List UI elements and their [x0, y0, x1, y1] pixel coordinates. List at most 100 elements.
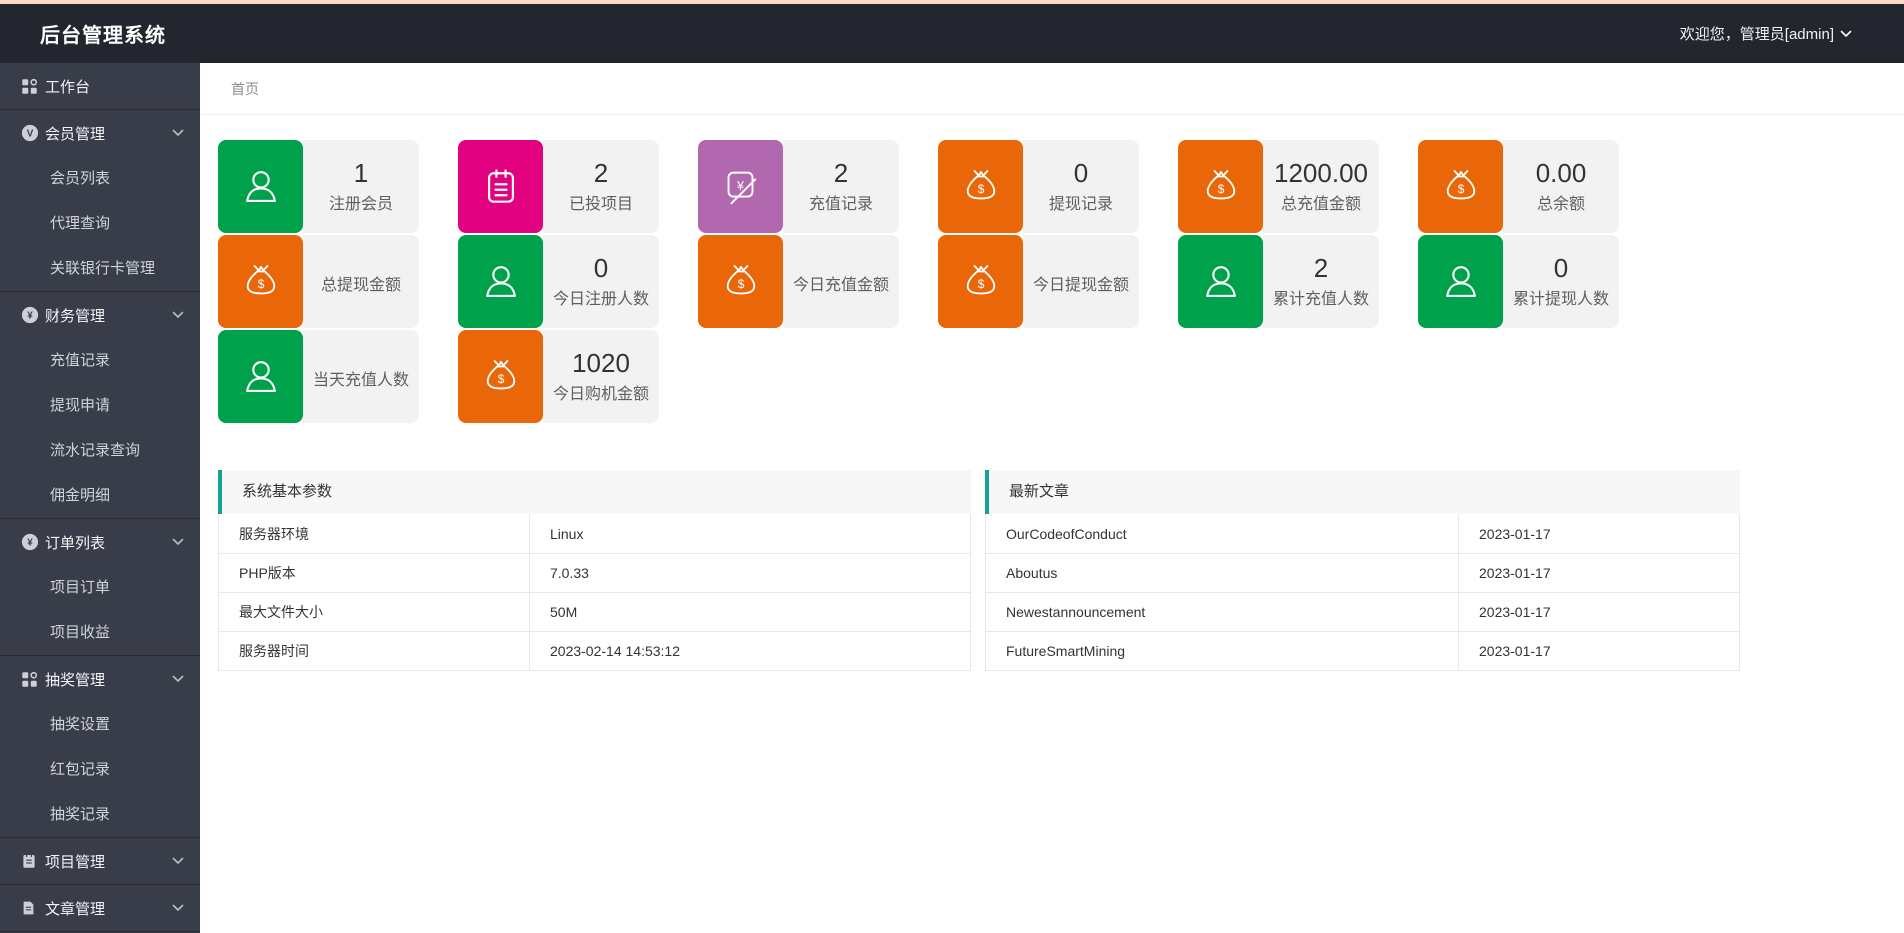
moneybag-icon: $ [1418, 140, 1503, 233]
table-cell-value: 2023-01-17 [1458, 632, 1739, 670]
sidebar-subitem-项目订单[interactable]: 项目订单 [0, 565, 200, 610]
sidebar-item-label: 项目管理 [45, 851, 172, 872]
table-cell-name[interactable]: FutureSmartMining [986, 632, 1458, 670]
svg-text:$: $ [737, 276, 744, 290]
chevron-down-icon [172, 675, 184, 683]
clipboard-icon [21, 853, 45, 869]
stat-label: 当天充值人数 [313, 366, 409, 390]
stat-card-text: 今日充值金额 [783, 235, 899, 328]
system-params-title: 系统基本参数 [218, 470, 971, 514]
member-circle-icon: V [21, 124, 45, 142]
sidebar-group: 文章管理 [0, 884, 200, 932]
user-icon [218, 140, 303, 233]
svg-text:$: $ [497, 371, 504, 385]
table-row: OurCodeofConduct2023-01-17 [986, 514, 1739, 553]
table-cell-name[interactable]: Newestannouncement [986, 593, 1458, 631]
stat-value: 2 [594, 159, 608, 189]
moneybag-icon: $ [938, 140, 1023, 233]
svg-text:$: $ [257, 276, 264, 290]
sidebar-item-订单列表[interactable]: ¥订单列表 [0, 519, 200, 565]
clipboard-card-icon [458, 140, 543, 233]
stat-card-group: $0.00总余额0累计提现人数 [1418, 140, 1619, 423]
table-cell-name[interactable]: Aboutus [986, 554, 1458, 592]
stat-card-text: 今日提现金额 [1023, 235, 1139, 328]
stat-card-text: 1020今日购机金额 [543, 330, 659, 423]
stat-card-group: 2已投项目0今日注册人数$1020今日购机金额 [458, 140, 659, 423]
stat-card-text: 0累计提现人数 [1503, 235, 1619, 328]
stat-card-text: 2已投项目 [543, 140, 659, 233]
sidebar-group: 工作台 [0, 63, 200, 109]
table-cell-name: 最大文件大小 [219, 593, 529, 631]
sidebar-subitem-提现申请[interactable]: 提现申请 [0, 383, 200, 428]
yen-circle-icon: ¥ [21, 533, 45, 551]
svg-text:$: $ [1457, 181, 1464, 195]
stat-card-充值记录: ¥2充值记录 [698, 140, 899, 233]
sidebar-item-项目管理[interactable]: 项目管理 [0, 838, 200, 884]
stat-card-已投项目: 2已投项目 [458, 140, 659, 233]
svg-text:¥: ¥ [27, 538, 33, 549]
user-icon [1178, 235, 1263, 328]
stat-card-总充值金额: $1200.00总充值金额 [1178, 140, 1379, 233]
table-cell-value: 7.0.33 [529, 554, 970, 592]
stat-card-group: $0提现记录$今日提现金额 [938, 140, 1139, 423]
table-row: 服务器时间2023-02-14 14:53:12 [219, 631, 970, 670]
sidebar-subitem-项目收益[interactable]: 项目收益 [0, 610, 200, 655]
stat-label: 已投项目 [569, 190, 633, 214]
sidebar-item-抽奖管理[interactable]: 抽奖管理 [0, 656, 200, 702]
sidebar-subitem-充值记录[interactable]: 充值记录 [0, 338, 200, 383]
stat-value: 0.00 [1536, 159, 1587, 189]
sidebar-subitem-关联银行卡管理[interactable]: 关联银行卡管理 [0, 246, 200, 291]
stat-card-group: $1200.00总充值金额2累计充值人数 [1178, 140, 1379, 423]
stat-label: 总余额 [1537, 190, 1585, 214]
sidebar-subitem-会员列表[interactable]: 会员列表 [0, 156, 200, 201]
stat-value: 1020 [572, 349, 630, 379]
chevron-down-icon [172, 904, 184, 912]
sidebar-subitem-红包记录[interactable]: 红包记录 [0, 747, 200, 792]
svg-text:$: $ [1217, 181, 1224, 195]
table-cell-name: 服务器时间 [219, 632, 529, 670]
sidebar-subitem-佣金明细[interactable]: 佣金明细 [0, 473, 200, 518]
breadcrumb-home-link[interactable]: 首页 [231, 81, 259, 97]
sidebar-item-文章管理[interactable]: 文章管理 [0, 885, 200, 931]
stat-value: 0 [1074, 159, 1088, 189]
svg-text:V: V [27, 129, 34, 140]
sidebar-subitem-抽奖记录[interactable]: 抽奖记录 [0, 792, 200, 837]
stat-label: 充值记录 [809, 190, 873, 214]
stat-card-group: 1注册会员$总提现金额当天充值人数 [218, 140, 419, 423]
stat-card-今日注册人数: 0今日注册人数 [458, 235, 659, 328]
stat-card-text: 当天充值人数 [303, 330, 419, 423]
table-cell-name[interactable]: OurCodeofConduct [986, 514, 1458, 553]
sidebar-subitem-流水记录查询[interactable]: 流水记录查询 [0, 428, 200, 473]
stat-card-累计提现人数: 0累计提现人数 [1418, 235, 1619, 328]
breadcrumb: 首页 [200, 63, 1904, 115]
table-cell-value: 2023-01-17 [1458, 514, 1739, 553]
sidebar-group: V 会员管理会员列表代理查询关联银行卡管理 [0, 109, 200, 291]
stat-value: 2 [1314, 254, 1328, 284]
sidebar-item-会员管理[interactable]: V 会员管理 [0, 110, 200, 156]
stat-label: 今日注册人数 [553, 285, 649, 309]
sidebar-subitem-抽奖设置[interactable]: 抽奖设置 [0, 702, 200, 747]
stat-card-group: ¥2充值记录 $ 今日充值金额 [698, 140, 899, 423]
svg-text:¥: ¥ [27, 311, 33, 322]
sidebar-subitem-代理查询[interactable]: 代理查询 [0, 201, 200, 246]
sidebar-item-label: 会员管理 [45, 123, 172, 144]
stat-label: 今日购机金额 [553, 380, 649, 404]
sidebar-group: 抽奖管理抽奖设置红包记录抽奖记录 [0, 655, 200, 837]
user-menu[interactable]: 欢迎您，管理员[admin] [1680, 23, 1904, 44]
stat-card-当天充值人数: 当天充值人数 [218, 330, 419, 423]
sidebar-item-工作台[interactable]: 工作台 [0, 63, 200, 109]
grid-icon [21, 78, 45, 95]
latest-articles-panel: 最新文章 OurCodeofConduct2023-01-17Aboutus20… [985, 470, 1740, 671]
stat-card-累计充值人数: 2累计充值人数 [1178, 235, 1379, 328]
table-cell-value: Linux [529, 514, 970, 553]
moneybag-icon: $ [938, 235, 1023, 328]
stat-value: 2 [834, 159, 848, 189]
chevron-down-icon [1840, 25, 1852, 42]
stat-card-text: 1200.00总充值金额 [1263, 140, 1379, 233]
sidebar-group: ¥财务管理充值记录提现申请流水记录查询佣金明细 [0, 291, 200, 518]
sidebar-item-财务管理[interactable]: ¥财务管理 [0, 292, 200, 338]
stat-card-text: 0.00总余额 [1503, 140, 1619, 233]
stat-card-text: 1注册会员 [303, 140, 419, 233]
table-row: 服务器环境Linux [219, 514, 970, 553]
sidebar-item-label: 文章管理 [45, 898, 172, 919]
